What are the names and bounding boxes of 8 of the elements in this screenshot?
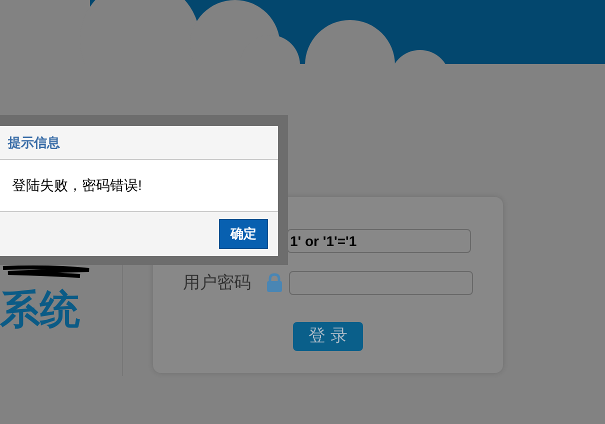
password-field[interactable] bbox=[289, 270, 473, 295]
login-button[interactable]: 登 录 bbox=[293, 322, 363, 350]
username-field[interactable]: 1' or '1'='1 bbox=[287, 229, 471, 253]
password-label: 用户密码 bbox=[183, 272, 252, 294]
ok-button[interactable]: 确定 bbox=[219, 219, 268, 249]
dialog-message: 登陆失败，密码错误! bbox=[12, 176, 142, 195]
dialog-title: 提示信息 bbox=[8, 134, 60, 152]
lock-icon bbox=[266, 273, 283, 292]
